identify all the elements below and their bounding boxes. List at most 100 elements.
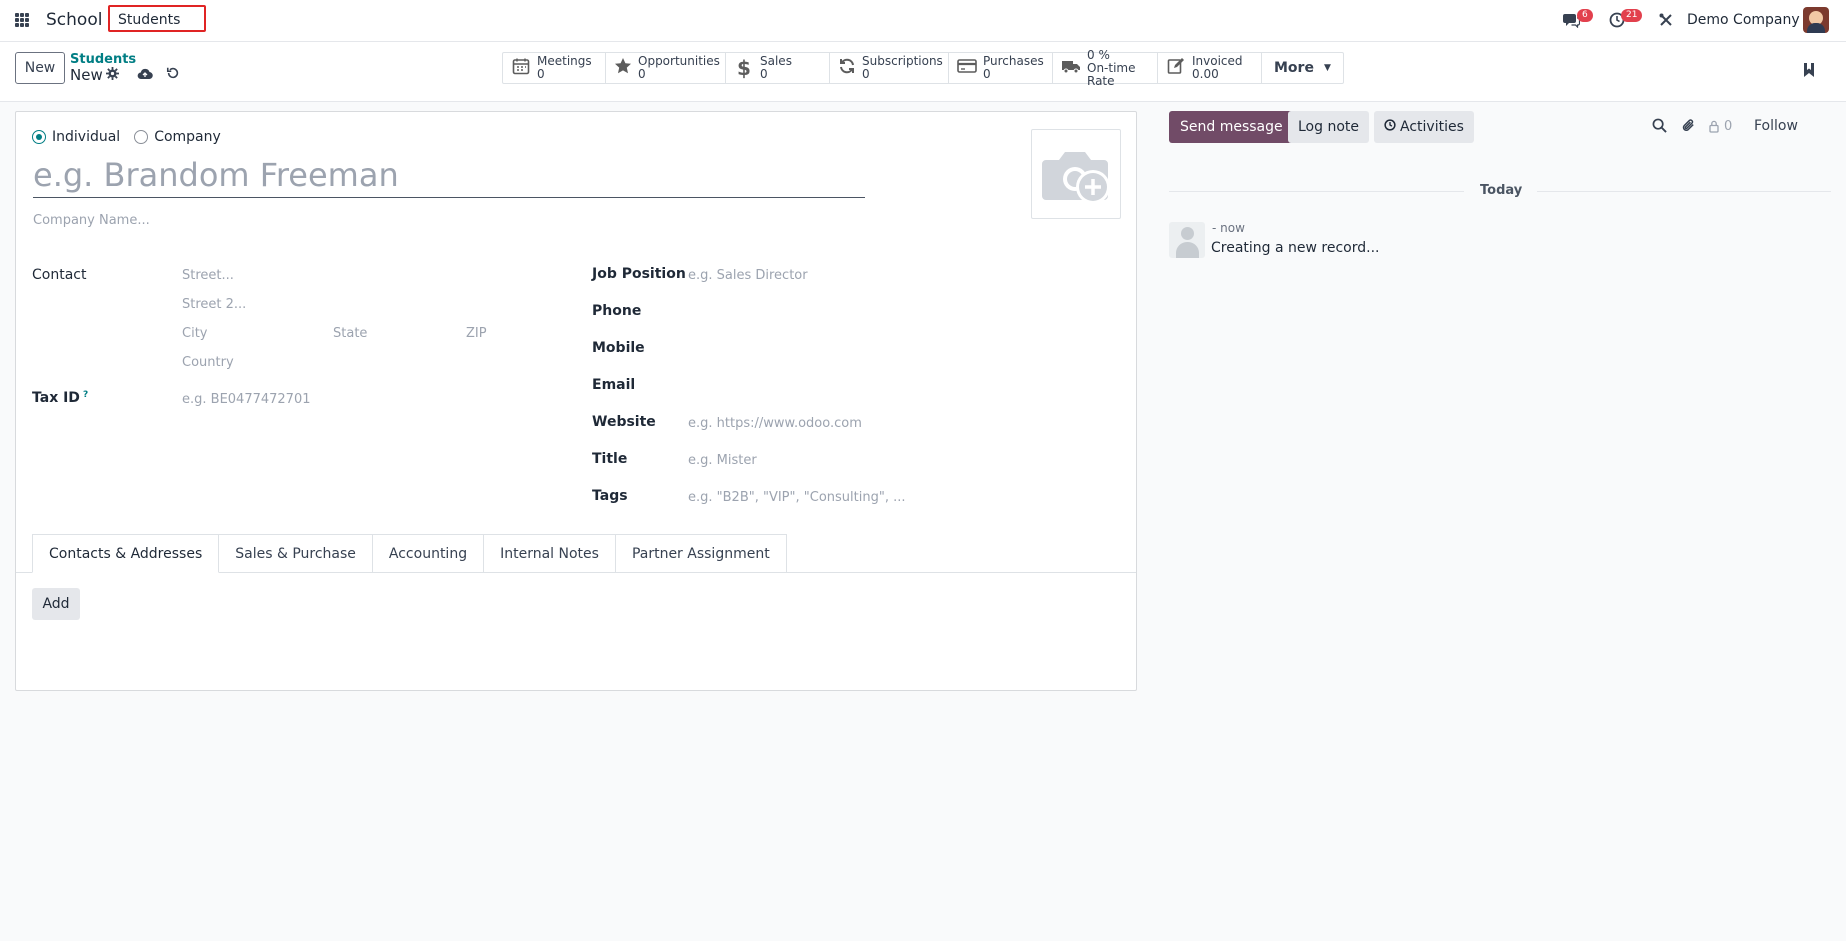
messages-badge: 6	[1577, 9, 1593, 22]
menu-item-students[interactable]: Students	[108, 5, 206, 32]
today-separator: Today	[1480, 183, 1523, 198]
zip-input[interactable]: ZIP	[466, 326, 487, 341]
stat-value: On-time Rate	[1087, 60, 1136, 88]
more-label: More	[1274, 60, 1314, 76]
breadcrumb-current: New	[70, 66, 103, 84]
stat-label: Purchases	[983, 54, 1044, 68]
stat-label: Subscriptions	[862, 54, 943, 68]
top-navbar: School Students 6 21 Demo Company	[0, 0, 1846, 42]
bookmark-icon[interactable]	[1802, 62, 1816, 82]
followers-lock-icon[interactable]	[1709, 119, 1719, 137]
paperclip-icon[interactable]	[1681, 118, 1696, 137]
opportunities-button[interactable]: Opportunities 0	[606, 53, 726, 83]
stat-label: Opportunities	[638, 54, 720, 68]
sales-button[interactable]: $ Sales 0	[726, 53, 830, 83]
activities-label: Activities	[1400, 119, 1464, 135]
subscriptions-button[interactable]: Subscriptions 0	[830, 53, 949, 83]
discard-undo-icon[interactable]	[166, 65, 180, 84]
company-name-input[interactable]: Company Name...	[33, 213, 150, 228]
tab-contacts-addresses[interactable]: Contacts & Addresses	[32, 534, 220, 573]
company-switcher[interactable]: Demo Company	[1687, 12, 1800, 28]
new-button[interactable]: New	[15, 52, 65, 84]
stat-value: 0	[537, 67, 545, 81]
website-label: Website	[592, 414, 656, 430]
activities-badge: 21	[1621, 9, 1643, 22]
message-timestamp: - now	[1212, 221, 1245, 235]
state-select[interactable]: State	[333, 326, 367, 341]
tags-label: Tags	[592, 488, 628, 504]
street-input[interactable]: Street...	[182, 268, 234, 283]
camera-plus-icon	[1042, 152, 1110, 204]
calendar-icon	[511, 57, 531, 80]
smart-buttons: Meetings 0 Opportunities 0 $ Sales 0 Subscr…	[502, 48, 1344, 87]
stat-label: Meetings	[537, 54, 592, 68]
divider-right	[1537, 191, 1831, 192]
tax-id-label: Tax ID?	[32, 390, 88, 406]
stat-label: 0 %	[1087, 47, 1110, 62]
search-icon[interactable]	[1652, 118, 1667, 137]
control-panel: New Students New Meetings 0 Opportunities…	[0, 42, 1846, 102]
phone-label: Phone	[592, 303, 642, 319]
avatar-upload[interactable]	[1031, 129, 1121, 219]
city-input[interactable]: City	[182, 326, 207, 341]
edit-icon	[1166, 57, 1186, 80]
refresh-icon	[838, 57, 856, 80]
email-label: Email	[592, 377, 636, 393]
contact-label: Contact	[32, 267, 87, 283]
followers-count[interactable]: 0	[1724, 119, 1732, 134]
user-avatar[interactable]	[1803, 7, 1829, 33]
message-body: Creating a new record...	[1211, 240, 1380, 256]
job-position-input[interactable]: e.g. Sales Director	[688, 268, 808, 283]
dollar-icon: $	[737, 56, 751, 80]
debug-tools-icon[interactable]	[1658, 12, 1674, 32]
title-label: Title	[592, 451, 628, 467]
stat-value: 0	[760, 67, 768, 81]
on-time-rate-button[interactable]: 0 % On-time Rate	[1053, 48, 1158, 87]
save-cloud-icon[interactable]	[137, 66, 153, 84]
radio-individual-label[interactable]: Individual	[52, 129, 120, 145]
form-sheet: Individual Company e.g. Brandom Freeman …	[15, 111, 1137, 691]
tab-partner-assignment[interactable]: Partner Assignment	[615, 534, 787, 573]
follow-button[interactable]: Follow	[1754, 118, 1798, 134]
radio-company-label[interactable]: Company	[154, 129, 221, 145]
credit-card-icon	[957, 58, 977, 79]
street2-input[interactable]: Street 2...	[182, 297, 246, 312]
activities-button[interactable]: Activities	[1374, 111, 1474, 143]
caret-down-icon: ▼	[1323, 63, 1331, 73]
breadcrumb-parent[interactable]: Students	[70, 52, 136, 67]
message-author-avatar	[1169, 222, 1205, 258]
stat-value: 0	[983, 67, 991, 81]
radio-company[interactable]	[134, 130, 149, 144]
title-select[interactable]: e.g. Mister	[688, 453, 757, 468]
clock-icon	[1384, 119, 1396, 135]
tab-accounting[interactable]: Accounting	[372, 534, 485, 573]
company-type-radio: Individual Company	[32, 129, 221, 145]
app-brand[interactable]: School	[46, 10, 102, 30]
tab-internal-notes[interactable]: Internal Notes	[484, 534, 616, 573]
country-select[interactable]: Country	[182, 355, 234, 370]
radio-individual[interactable]	[32, 130, 46, 144]
invoiced-button[interactable]: Invoiced 0.00	[1158, 53, 1262, 83]
notebook-tabs: Contacts & Addresses Sales & Purchase Ac…	[32, 534, 787, 573]
divider-left	[1169, 191, 1464, 192]
gear-icon[interactable]	[106, 67, 119, 84]
stat-value: 0	[638, 67, 646, 81]
star-icon	[614, 57, 632, 80]
purchases-button[interactable]: Purchases 0	[949, 53, 1053, 83]
log-note-button[interactable]: Log note	[1288, 111, 1369, 143]
more-dropdown[interactable]: More ▼	[1262, 53, 1343, 83]
stat-value: 0	[862, 67, 870, 81]
add-contact-button[interactable]: Add	[32, 588, 80, 620]
website-input[interactable]: e.g. https://www.odoo.com	[688, 416, 862, 431]
tax-id-label-text: Tax ID	[32, 390, 80, 406]
mobile-label: Mobile	[592, 340, 645, 356]
stat-value: 0.00	[1192, 67, 1219, 81]
name-input[interactable]: e.g. Brandom Freeman	[33, 156, 865, 198]
apps-menu-icon[interactable]	[15, 13, 29, 27]
tax-id-input[interactable]: e.g. BE0477472701	[182, 392, 311, 407]
help-tooltip-icon[interactable]: ?	[83, 390, 88, 400]
meetings-button[interactable]: Meetings 0	[503, 53, 606, 83]
tags-input[interactable]: e.g. "B2B", "VIP", "Consulting", ...	[688, 490, 905, 505]
tab-sales-purchase[interactable]: Sales & Purchase	[219, 534, 373, 573]
send-message-button[interactable]: Send message	[1169, 111, 1294, 143]
